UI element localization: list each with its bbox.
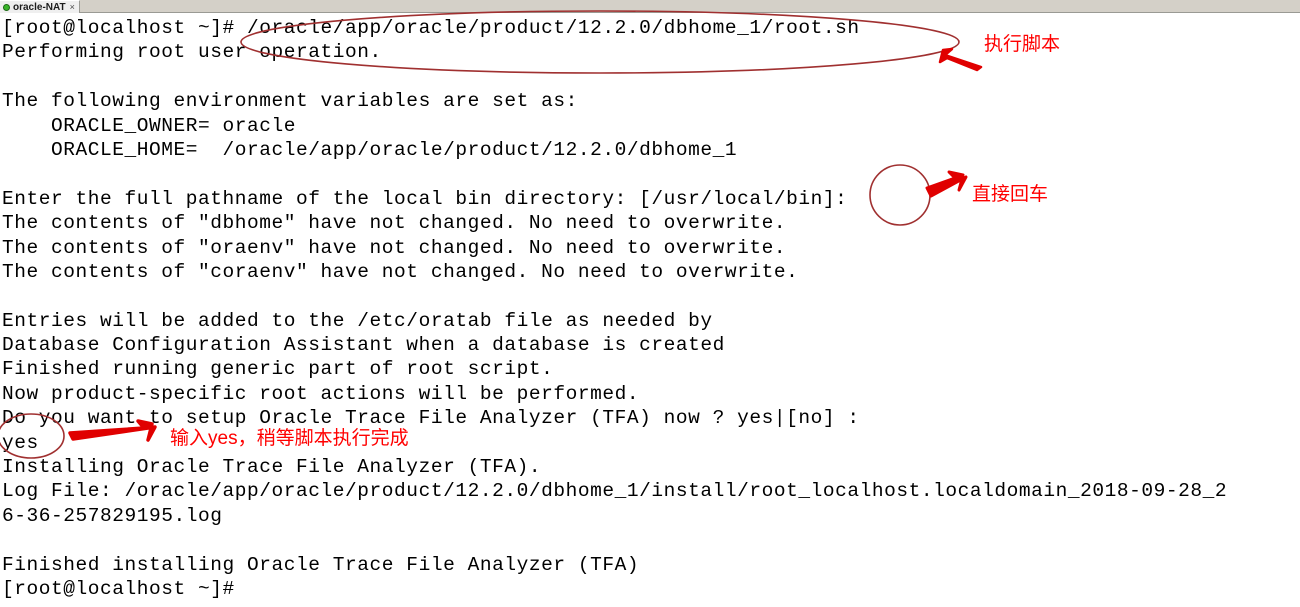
tab-label: oracle-NAT bbox=[13, 1, 66, 13]
terminal-line: Log File: /oracle/app/oracle/product/12.… bbox=[2, 480, 1228, 503]
terminal-window: oracle-NAT × [root@localhost ~]# /oracle… bbox=[0, 0, 1300, 607]
tab-bar: oracle-NAT × bbox=[0, 0, 1300, 13]
terminal-line: ORACLE_HOME= /oracle/app/oracle/product/… bbox=[2, 138, 738, 161]
green-circle-icon bbox=[3, 3, 10, 11]
press-enter-note: 直接回车 bbox=[972, 184, 1049, 205]
terminal-line: The contents of "coraenv" have not chang… bbox=[2, 260, 799, 283]
execute-script-note: 执行脚本 bbox=[984, 34, 1061, 55]
terminal-line: Installing Oracle Trace File Analyzer (T… bbox=[2, 456, 542, 479]
tab-oracle-nat[interactable]: oracle-NAT × bbox=[0, 0, 80, 13]
terminal-line: Finished installing Oracle Trace File An… bbox=[2, 553, 640, 576]
type-yes-note: 输入yes，稍等脚本执行完成 bbox=[170, 428, 409, 449]
terminal-line: Do you want to setup Oracle Trace File A… bbox=[2, 407, 860, 430]
close-icon[interactable]: × bbox=[69, 2, 75, 12]
terminal-line: Finished running generic part of root sc… bbox=[2, 358, 554, 381]
terminal-line: Entries will be added to the /etc/oratab… bbox=[2, 309, 713, 332]
terminal-output[interactable]: [root@localhost ~]# /oracle/app/oracle/p… bbox=[0, 13, 1300, 607]
terminal-line: The contents of "dbhome" have not change… bbox=[2, 212, 787, 235]
terminal-line: Database Configuration Assistant when a … bbox=[2, 334, 725, 357]
terminal-line: 6-36-257829195.log bbox=[2, 504, 223, 527]
terminal-line: Enter the full pathname of the local bin… bbox=[2, 187, 848, 210]
terminal-line: ORACLE_OWNER= oracle bbox=[2, 114, 297, 137]
terminal-line: [root@localhost ~]# /oracle/app/oracle/p… bbox=[2, 17, 860, 39]
terminal-line: Performing root user operation. bbox=[2, 41, 382, 64]
tab-bar-empty-area[interactable] bbox=[79, 0, 1300, 12]
terminal-line: The contents of "oraenv" have not change… bbox=[2, 236, 787, 259]
terminal-line: Now product-specific root actions will b… bbox=[2, 382, 640, 405]
terminal-line: [root@localhost ~]# bbox=[2, 577, 235, 600]
terminal-line-list: [root@localhost ~]# /oracle/app/oracle/p… bbox=[2, 16, 1300, 601]
terminal-line: The following environment variables are … bbox=[2, 90, 578, 113]
